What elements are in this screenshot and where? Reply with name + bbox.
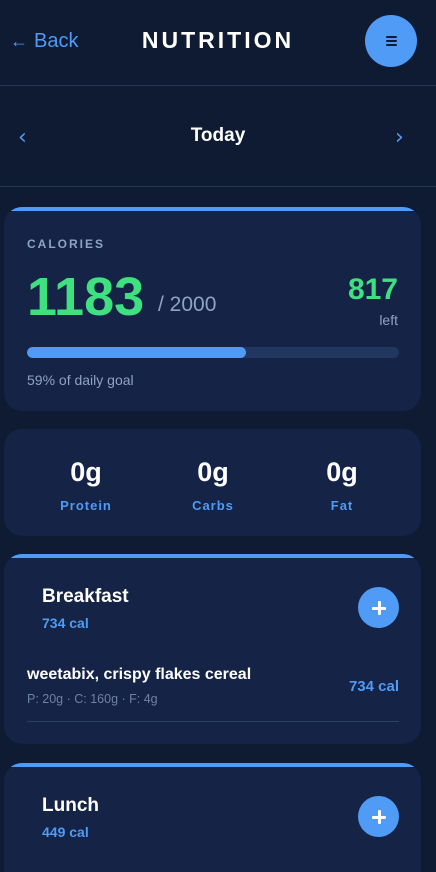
food-name: weetabix, crispy flakes cereal: [27, 666, 252, 683]
meal-calories: 449 cal: [42, 824, 89, 840]
calories-consumed: 1183: [27, 267, 145, 327]
hamburger-menu-icon: [385, 36, 397, 46]
meal-card-lunch: Lunch 449 cal: [4, 763, 421, 872]
meal-card-breakfast: Breakfast 734 cal weetabix, crispy flake…: [4, 554, 421, 744]
date-navigator: ‹ Today ›: [0, 87, 436, 187]
food-macros: P: 20g · C: 160g · F: 4g: [27, 692, 158, 706]
meal-calories: 734 cal: [42, 615, 89, 631]
plus-icon: [371, 809, 386, 824]
macro-value: 0g: [326, 457, 358, 487]
calories-heading: CALORIES: [27, 237, 106, 251]
food-calories: 734 cal: [348, 678, 399, 695]
calories-remaining-label: left: [379, 312, 398, 328]
meal-name: Lunch: [42, 795, 99, 816]
next-day-button[interactable]: ›: [395, 125, 404, 150]
calories-goal: / 2000: [158, 293, 217, 316]
macros-card: 0g Protein 0g Carbs 0g Fat: [4, 429, 421, 536]
calorie-progress-fill: [27, 347, 247, 358]
food-item[interactable]: weetabix, crispy flakes cereal P: 20g · …: [27, 656, 399, 722]
add-food-button[interactable]: [358, 587, 399, 628]
date-label: Today: [190, 125, 246, 146]
macro-label: Fat: [330, 498, 354, 513]
macro-carbs: 0g Carbs: [158, 457, 268, 513]
macro-protein: 0g Protein: [31, 457, 141, 513]
calories-remaining: 817: [347, 273, 398, 306]
menu-button[interactable]: [365, 15, 417, 67]
macro-fat: 0g Fat: [287, 457, 397, 513]
calories-card: CALORIES 1183 / 2000 817 left 59% of dai…: [4, 207, 421, 411]
calorie-progress-bar: [27, 347, 399, 358]
macro-value: 0g: [197, 457, 229, 487]
macro-label: Carbs: [192, 498, 234, 513]
meal-name: Breakfast: [42, 586, 129, 607]
add-food-button[interactable]: [358, 796, 399, 837]
macro-value: 0g: [70, 457, 102, 487]
app-header: ← Back NUTRITION: [0, 0, 436, 86]
macro-label: Protein: [60, 498, 112, 513]
calorie-progress-text: 59% of daily goal: [27, 372, 134, 388]
plus-icon: [371, 600, 386, 615]
